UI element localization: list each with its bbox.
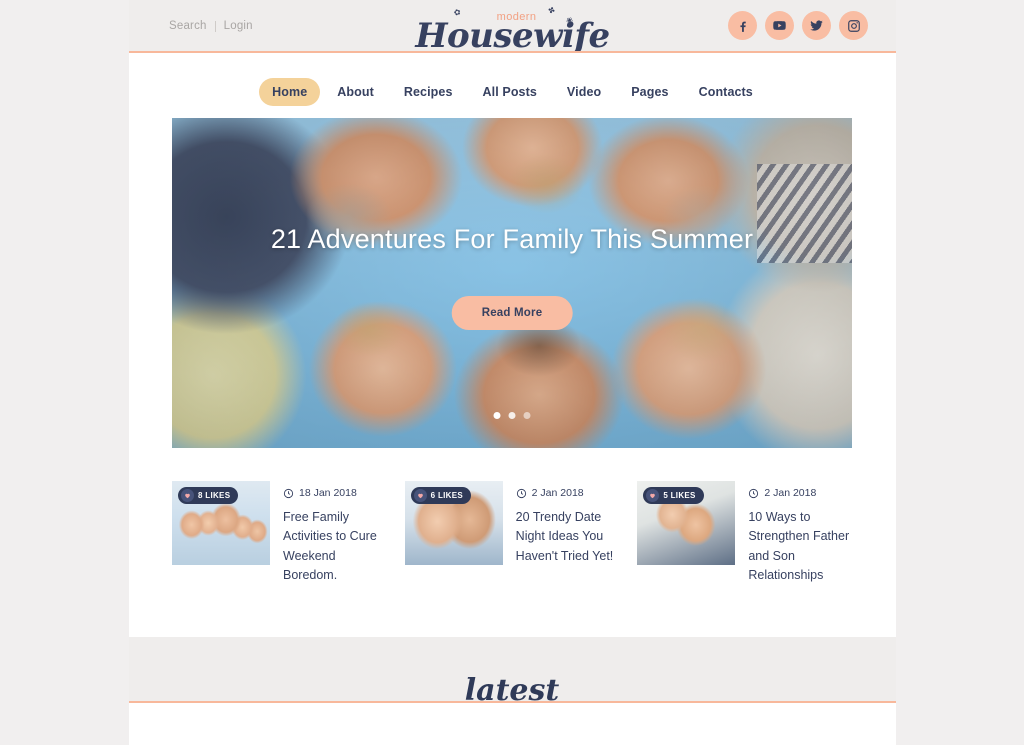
nav-item-home[interactable]: Home	[259, 78, 321, 106]
likes-count: 8 LIKES	[198, 491, 231, 500]
hero-headline: 21 Adventures For Family This Summer	[270, 224, 754, 254]
hero-dot-3[interactable]	[523, 412, 531, 419]
hero-dot-2[interactable]	[508, 412, 516, 419]
post-title[interactable]: Free Family Activities to Cure Weekend B…	[283, 508, 387, 586]
post-body: 2 Jan 2018 10 Ways to Strengthen Father …	[748, 481, 852, 586]
hero-slider[interactable]: 21 Adventures For Family This Summer Rea…	[172, 118, 852, 448]
top-bar: Search Login ✿ ✤ ❀ modern Housewife	[129, 0, 896, 56]
utility-links: Search Login	[169, 20, 253, 32]
search-link[interactable]: Search	[169, 20, 207, 32]
post-body: 18 Jan 2018 Free Family Activities to Cu…	[283, 481, 387, 586]
likes-count: 5 LIKES	[663, 491, 696, 500]
post-date-text: 18 Jan 2018	[299, 487, 357, 499]
clock-icon	[283, 488, 294, 498]
youtube-icon[interactable]	[765, 11, 794, 40]
post-title[interactable]: 20 Trendy Date Night Ideas You Haven't T…	[516, 508, 620, 566]
clock-icon	[516, 488, 526, 498]
heart-icon	[181, 489, 194, 502]
likes-badge[interactable]: 8 LIKES	[178, 487, 239, 504]
post-thumbnail[interactable]: 6 LIKES	[404, 481, 503, 565]
post-date: 2 Jan 2018	[748, 487, 852, 499]
nav-item-about[interactable]: About	[324, 78, 387, 106]
main-navigation: Home About Recipes All Posts Video Pages…	[129, 78, 896, 106]
instagram-icon[interactable]	[839, 11, 868, 40]
nav-item-recipes[interactable]: Recipes	[391, 78, 466, 106]
facebook-icon[interactable]	[728, 11, 757, 40]
main-content: Home About Recipes All Posts Video Pages…	[129, 53, 896, 637]
likes-count: 6 LIKES	[430, 491, 464, 500]
nav-item-pages[interactable]: Pages	[618, 78, 681, 106]
post-thumbnail[interactable]: 5 LIKES	[637, 481, 736, 565]
post-date-text: 2 Jan 2018	[764, 487, 817, 499]
nav-item-contacts[interactable]: Contacts	[686, 78, 766, 106]
clock-icon	[749, 488, 759, 498]
nav-item-video[interactable]: Video	[554, 78, 614, 106]
post-date: 18 Jan 2018	[283, 487, 387, 499]
post-card[interactable]: 5 LIKES 2 Jan 2018 10 Ways to Strengthen…	[637, 481, 852, 586]
post-card[interactable]: 6 LIKES 2 Jan 2018 20 Trendy Date Night …	[404, 481, 620, 586]
post-date: 2 Jan 2018	[516, 487, 620, 499]
post-card[interactable]: 8 LIKES 18 Jan 2018 Free Family Activiti…	[172, 481, 387, 586]
hero-read-more-button[interactable]: Read More	[451, 296, 573, 330]
heart-icon	[413, 489, 427, 502]
hero-overlay	[172, 118, 852, 448]
post-thumbnail[interactable]: 8 LIKES	[172, 481, 270, 565]
utility-separator	[214, 20, 216, 32]
hero-slider-dots	[493, 412, 531, 419]
heart-icon	[646, 489, 660, 502]
hero-dot-1[interactable]	[493, 412, 501, 419]
page-bottom-area	[129, 703, 896, 745]
logo-title: Housewife	[415, 16, 610, 56]
post-title[interactable]: 10 Ways to Strengthen Father and Son Rel…	[748, 508, 852, 586]
post-body: 2 Jan 2018 20 Trendy Date Night Ideas Yo…	[516, 481, 620, 586]
social-links	[728, 11, 868, 40]
logo-flourish-right-icon: ✤	[546, 5, 556, 16]
site-logo[interactable]: ✿ ✤ ❀ modern Housewife	[398, 2, 628, 58]
post-card-list: 8 LIKES 18 Jan 2018 Free Family Activiti…	[172, 481, 852, 586]
likes-badge[interactable]: 5 LIKES	[643, 487, 704, 504]
nav-item-allposts[interactable]: All Posts	[470, 78, 550, 106]
page-root: Search Login ✿ ✤ ❀ modern Housewife Home…	[0, 0, 1024, 745]
latest-section-heading: latest	[464, 673, 560, 708]
post-date-text: 2 Jan 2018	[531, 487, 584, 499]
twitter-icon[interactable]	[802, 11, 831, 40]
likes-badge[interactable]: 6 LIKES	[410, 487, 472, 504]
login-link[interactable]: Login	[224, 20, 253, 32]
